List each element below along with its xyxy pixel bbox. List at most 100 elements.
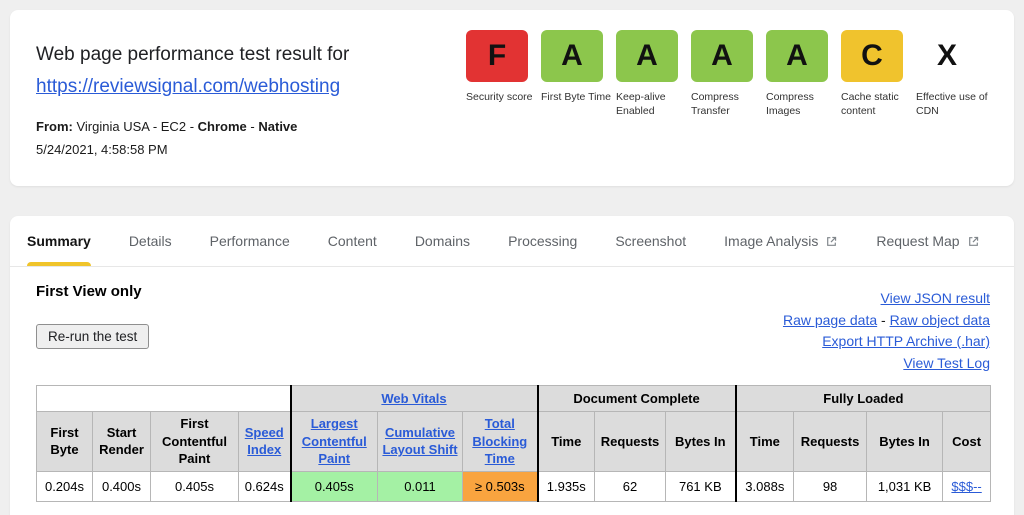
value-speed-index: 0.624s — [238, 470, 291, 502]
grade-cache-static: C Cache static content — [841, 30, 916, 118]
page-title: Web page performance test result for — [36, 44, 350, 65]
location-text: Virginia USA - EC2 — [76, 119, 187, 134]
view-json-link[interactable]: View JSON result — [881, 290, 990, 306]
grade-badge-security[interactable]: F — [466, 30, 528, 82]
test-info-card: Web page performance test result for htt… — [10, 10, 1014, 186]
grade-letter: A — [711, 39, 733, 72]
col-lcp-link[interactable]: Largest Contentful Paint — [289, 411, 378, 472]
grade-label: Security score — [466, 91, 533, 103]
table-group-header-row: Web Vitals Document Complete Fully Loade… — [36, 385, 992, 412]
separator: - — [250, 119, 255, 134]
grade-compress-images: A Compress Images — [766, 30, 841, 118]
tab-request-map[interactable]: Request Map — [876, 216, 979, 266]
connectivity-text: Native — [258, 119, 298, 134]
from-label: From: — [36, 119, 73, 134]
raw-page-data-link[interactable]: Raw page data — [783, 312, 877, 328]
browser-text: Chrome — [197, 119, 247, 134]
grade-keep-alive: A Keep-alive Enabled — [616, 30, 691, 118]
export-har-link[interactable]: Export HTTP Archive (.har) — [822, 333, 990, 349]
tested-url-link[interactable]: https://reviewsignal.com/webhosting — [36, 76, 340, 98]
fully-loaded-group: Fully Loaded — [734, 385, 992, 412]
group-spacer — [36, 385, 291, 412]
grade-badge-first-byte[interactable]: A — [541, 30, 603, 82]
web-vitals-group-link[interactable]: Web Vitals — [289, 385, 539, 412]
tab-label: Image Analysis — [724, 233, 819, 249]
tab-details[interactable]: Details — [129, 216, 172, 266]
value-fl-requests: 98 — [793, 470, 868, 502]
value-fl-time: 3.088s — [734, 470, 795, 502]
grade-first-byte: A First Byte Time — [541, 30, 616, 118]
grade-badge-compress-images[interactable]: A — [766, 30, 828, 82]
grade-cdn: X Effective use of CDN — [916, 30, 991, 118]
grade-letter: C — [861, 39, 883, 72]
tab-content[interactable]: Content — [328, 216, 377, 266]
active-tab-underline — [27, 262, 91, 266]
rerun-test-button[interactable]: Re-run the test — [36, 324, 150, 349]
tab-label: Details — [128, 233, 172, 249]
col-tbt-link[interactable]: Total Blocking Time — [461, 411, 539, 472]
grade-letter: A — [561, 39, 583, 72]
grade-badge-compress-transfer[interactable]: A — [691, 30, 753, 82]
col-speed-index-link[interactable]: Speed Index — [238, 411, 291, 472]
col-dc-requests: Requests — [594, 411, 667, 472]
grade-label: Compress Images — [766, 91, 814, 117]
col-cost: Cost — [942, 411, 992, 472]
document-complete-group: Document Complete — [536, 385, 737, 412]
test-datetime: 5/24/2021, 4:58:58 PM — [36, 142, 168, 157]
value-dc-time: 1.935s — [536, 470, 596, 502]
tab-summary[interactable]: Summary — [27, 216, 91, 266]
col-fl-bytes: Bytes In — [866, 411, 944, 472]
grade-letter: X — [936, 39, 957, 72]
col-first-byte: First Byte — [36, 411, 93, 472]
result-links: View JSON result Raw page data - Raw obj… — [783, 288, 990, 374]
tab-image-analysis[interactable]: Image Analysis — [724, 216, 838, 266]
grade-badges: F Security score A First Byte Time A Kee… — [466, 30, 991, 118]
results-card: Summary Details Performance Content Doma… — [10, 216, 1014, 515]
value-lcp: 0.405s — [289, 470, 378, 502]
value-tbt: ≥ 0.503s — [461, 470, 539, 502]
tab-processing[interactable]: Processing — [508, 216, 577, 266]
col-fl-time: Time — [734, 411, 795, 472]
grade-label: Cache static content — [841, 91, 899, 117]
value-dc-bytes: 761 KB — [665, 470, 737, 502]
grade-label: Keep-alive Enabled — [616, 91, 666, 117]
raw-object-data-link[interactable]: Raw object data — [890, 312, 990, 328]
test-location-line: From: Virginia USA - EC2 - Chrome - Nati… — [36, 119, 349, 134]
cost-link[interactable]: $$$-- — [951, 479, 981, 494]
link-separator: - — [881, 311, 886, 328]
grade-compress-transfer: A Compress Transfer — [691, 30, 766, 118]
col-cls-link[interactable]: Cumulative Layout Shift — [377, 411, 463, 472]
tab-domains[interactable]: Domains — [415, 216, 470, 266]
tab-label: Processing — [508, 233, 578, 249]
grade-label: Effective use of CDN — [916, 91, 988, 117]
grade-badge-cache-static[interactable]: C — [841, 30, 903, 82]
metrics-table: Web Vitals Document Complete Fully Loade… — [36, 385, 992, 502]
tab-performance[interactable]: Performance — [210, 216, 290, 266]
tab-label: Summary — [27, 233, 91, 249]
test-info: Web page performance test result for htt… — [36, 44, 349, 157]
value-first-byte: 0.204s — [36, 470, 93, 502]
col-dc-time: Time — [536, 411, 596, 472]
grade-badge-keep-alive[interactable]: A — [616, 30, 678, 82]
tab-label: Performance — [209, 233, 290, 249]
col-dc-bytes: Bytes In — [665, 411, 737, 472]
external-link-icon — [825, 235, 838, 248]
tab-screenshot[interactable]: Screenshot — [615, 216, 686, 266]
tab-label: Content — [327, 233, 377, 249]
value-cost: $$$-- — [942, 470, 992, 502]
value-start-render: 0.400s — [92, 470, 151, 502]
col-start-render: Start Render — [92, 411, 151, 472]
first-view-heading: First View only — [36, 283, 142, 300]
grade-badge-cdn[interactable]: X — [916, 30, 978, 82]
grade-security: F Security score — [466, 30, 541, 118]
col-first-contentful-paint: First Contentful Paint — [150, 411, 239, 472]
value-cls: 0.011 — [377, 470, 463, 502]
value-fl-bytes: 1,031 KB — [866, 470, 944, 502]
separator: - — [189, 119, 195, 134]
col-fl-requests: Requests — [793, 411, 868, 472]
grade-label: First Byte Time — [541, 91, 612, 103]
grade-letter: F — [487, 39, 507, 72]
grade-letter: A — [786, 39, 808, 72]
view-test-log-link[interactable]: View Test Log — [903, 355, 990, 371]
table-column-header-row: First Byte Start Render First Contentful… — [36, 411, 992, 472]
